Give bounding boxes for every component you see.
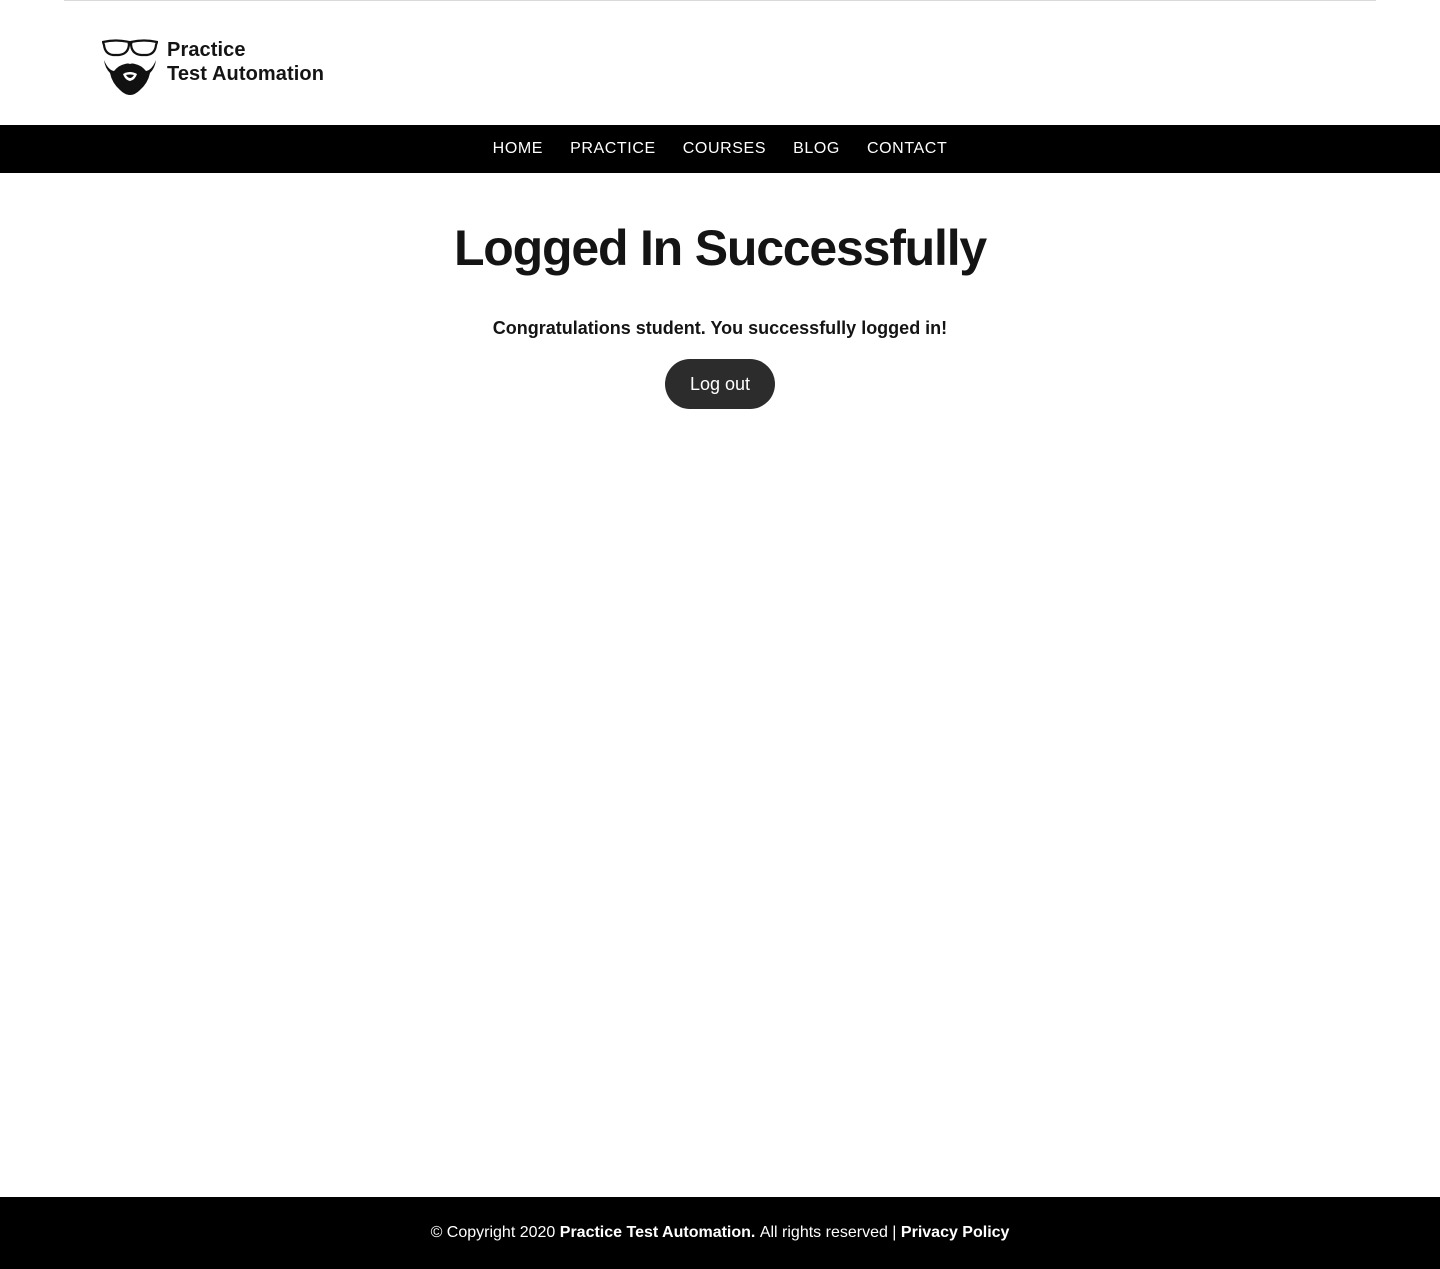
site-footer: © Copyright 2020 Practice Test Automatio… xyxy=(0,1197,1440,1269)
nav-item-contact[interactable]: CONTACT xyxy=(867,125,947,173)
footer-copyright: © Copyright 2020 xyxy=(430,1224,556,1241)
glasses-beard-icon xyxy=(102,39,158,95)
nav-item-blog[interactable]: BLOG xyxy=(793,125,840,173)
footer-rights: All rights reserved | xyxy=(759,1224,897,1241)
main-nav: HOME PRACTICE COURSES BLOG CONTACT xyxy=(0,125,1440,173)
page-title: Logged In Successfully xyxy=(453,220,987,276)
logo-line-1: Practice xyxy=(167,39,246,61)
nav-item-home[interactable]: HOME xyxy=(493,125,543,173)
nav-item-courses[interactable]: COURSES xyxy=(683,125,766,173)
logo-text: Practice Test Automation xyxy=(167,38,324,86)
privacy-policy-link[interactable]: Privacy Policy xyxy=(901,1224,1010,1242)
success-message: Congratulations student. You successfull… xyxy=(492,318,948,338)
logo-line-2: Test Automation xyxy=(167,63,325,85)
site-header: Practice Test Automation xyxy=(0,1,1440,125)
logout-button[interactable]: Log out xyxy=(665,359,775,409)
nav-item-practice[interactable]: PRACTICE xyxy=(570,125,656,173)
main-content: Logged In Successfully Congratulations s… xyxy=(0,173,1440,409)
footer-brand: Practice Test Automation. xyxy=(559,1224,756,1241)
site-logo-link[interactable]: Practice Test Automation xyxy=(102,37,324,97)
